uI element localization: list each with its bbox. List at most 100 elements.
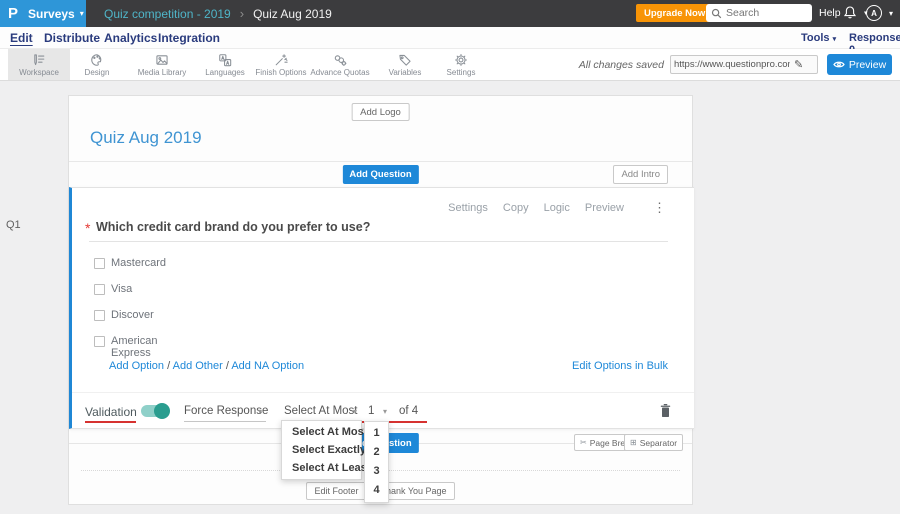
- question-text[interactable]: Which credit card brand do you prefer to…: [96, 220, 370, 234]
- add-option-links: Add Option / Add Other / Add NA Option: [109, 360, 304, 372]
- option-label[interactable]: Discover: [111, 309, 154, 321]
- menu-item-select-at-least[interactable]: Select At Least: [282, 459, 370, 477]
- question-copy-link[interactable]: Copy: [503, 202, 529, 214]
- survey-title[interactable]: Quiz Aug 2019: [90, 128, 202, 148]
- force-response-underline: [184, 421, 266, 422]
- help-link[interactable]: Help: [819, 7, 841, 19]
- edit-options-in-bulk-link[interactable]: Edit Options in Bulk: [572, 360, 668, 372]
- menu-item-count-1[interactable]: 1: [365, 424, 388, 443]
- top-bar: P Surveys ▾ Quiz competition - 2019 › Qu…: [0, 0, 900, 27]
- checkbox[interactable]: [94, 258, 105, 269]
- validation-toggle[interactable]: [141, 403, 170, 419]
- global-search[interactable]: [706, 4, 812, 22]
- chevron-down-icon: ▾: [258, 407, 263, 416]
- slash-separator: /: [225, 360, 229, 372]
- question-preview-link[interactable]: Preview: [585, 202, 624, 214]
- question-logic-link[interactable]: Logic: [544, 202, 570, 214]
- edit-url-pencil-icon[interactable]: ✎: [794, 58, 803, 71]
- nav-tab-edit[interactable]: Edit: [10, 31, 33, 45]
- questionpro-logo: P: [8, 5, 19, 22]
- page-break-icon: ✂: [580, 438, 587, 447]
- save-status: All changes saved: [578, 59, 664, 71]
- toolbar-item-workspace[interactable]: Workspace: [8, 49, 70, 80]
- toolbar-item-label: Variables: [388, 67, 422, 77]
- add-other-link[interactable]: Add Other: [173, 360, 223, 372]
- force-response-dropdown[interactable]: Force Response: [184, 405, 268, 417]
- surveys-menu[interactable]: P Surveys ▾: [0, 0, 86, 27]
- option-label[interactable]: Visa: [111, 283, 132, 295]
- chevron-down-icon: ▾: [79, 9, 84, 18]
- question-settings-link[interactable]: Settings: [448, 202, 488, 214]
- menu-item-count-2[interactable]: 2: [365, 443, 388, 462]
- editor-toolbar: Workspace Design Media Library Languages…: [0, 49, 900, 81]
- rule-dropdown-menu: Select At Most Select Exactly Select At …: [281, 420, 370, 480]
- add-logo-button[interactable]: Add Logo: [351, 103, 410, 121]
- advance-quotas-icon: [334, 54, 347, 66]
- separator-button[interactable]: ⊞ Separator: [624, 434, 684, 451]
- nav-tab-distribute[interactable]: Distribute: [44, 31, 100, 45]
- validation-rule-dropdown[interactable]: Select At Most: [284, 405, 358, 417]
- design-icon: [91, 53, 102, 66]
- search-input[interactable]: [726, 7, 806, 19]
- chevron-down-icon: ▾: [353, 407, 358, 416]
- nav-tab-analytics[interactable]: Analytics: [104, 31, 157, 45]
- checkbox[interactable]: [94, 284, 105, 295]
- survey-url-field[interactable]: ✎: [670, 55, 818, 74]
- languages-icon: [219, 53, 232, 66]
- menu-item-select-at-most[interactable]: Select At Most: [282, 423, 367, 441]
- nav-tab-integration[interactable]: Integration: [158, 31, 220, 45]
- chevron-down-icon: ▾: [832, 36, 837, 43]
- toolbar-item-label: Languages: [205, 67, 245, 77]
- media-library-icon: [156, 54, 168, 65]
- variables-icon: [399, 54, 411, 66]
- add-na-option-link[interactable]: Add NA Option: [231, 360, 304, 372]
- count-dropdown-menu: 1 2 3 4: [364, 421, 389, 503]
- toolbar-item-label: Design: [84, 67, 110, 77]
- add-question-button-top[interactable]: Add Question: [342, 165, 419, 184]
- toolbar-item-media-library[interactable]: Media Library: [131, 49, 193, 80]
- workspace-icon: [34, 53, 45, 65]
- chevron-down-icon: ▾: [383, 407, 388, 416]
- add-option-link[interactable]: Add Option: [109, 360, 164, 372]
- checkbox[interactable]: [94, 336, 105, 347]
- chevron-down-icon: ▾: [889, 8, 894, 18]
- toolbar-item-label: Settings: [446, 67, 476, 77]
- toolbar-item-settings[interactable]: Settings: [430, 49, 492, 80]
- edit-footer-button[interactable]: Edit Footer: [306, 482, 367, 500]
- tools-menu[interactable]: Tools ▾: [801, 32, 836, 44]
- toolbar-item-label: Workspace: [19, 67, 59, 77]
- validation-label: Validation: [85, 405, 137, 419]
- menu-item-count-4[interactable]: 4: [365, 481, 388, 500]
- section-nav: Edit Distribute Analytics Integration To…: [0, 27, 900, 56]
- validation-count-dropdown[interactable]: 1: [368, 405, 374, 417]
- add-intro-button[interactable]: Add Intro: [613, 165, 668, 184]
- account-menu[interactable]: A ▾: [866, 5, 893, 21]
- menu-item-select-exactly[interactable]: Select Exactly: [282, 441, 366, 459]
- delete-question-trash-icon[interactable]: [659, 403, 672, 418]
- checkbox[interactable]: [94, 310, 105, 321]
- upgrade-now-button[interactable]: Upgrade Now: [636, 4, 714, 22]
- breadcrumb-survey-group[interactable]: Quiz competition - 2019: [104, 7, 231, 21]
- toolbar-item-design[interactable]: Design: [66, 49, 128, 80]
- notifications-menu[interactable]: ▾: [843, 5, 868, 20]
- tools-label: Tools: [801, 32, 830, 44]
- toolbar-item-label: Finish Options: [255, 67, 307, 77]
- menu-item-count-3[interactable]: 3: [365, 462, 388, 481]
- search-icon: [711, 8, 722, 18]
- option-label[interactable]: Mastercard: [111, 257, 166, 269]
- survey-url-input[interactable]: [671, 59, 793, 70]
- toolbar-item-finish-options[interactable]: Finish Options: [250, 49, 312, 80]
- separator-icon: ⊞: [630, 438, 637, 447]
- option-label[interactable]: American Express: [111, 335, 157, 359]
- toolbar-item-languages[interactable]: Languages: [194, 49, 256, 80]
- preview-button[interactable]: Preview: [827, 54, 892, 75]
- toolbar-item-advance-quotas[interactable]: Advance Quotas: [309, 49, 371, 80]
- bell-icon: [843, 6, 857, 19]
- kebab-menu-icon[interactable]: ⋮: [653, 200, 666, 216]
- settings-icon: [455, 53, 467, 66]
- question-underline: [89, 241, 668, 242]
- question-card: Settings Copy Logic Preview ⋮ * Which cr…: [69, 187, 694, 429]
- finish-options-icon: [275, 53, 288, 65]
- breadcrumb-separator-icon: ›: [239, 6, 245, 21]
- toolbar-item-variables[interactable]: Variables: [374, 49, 436, 80]
